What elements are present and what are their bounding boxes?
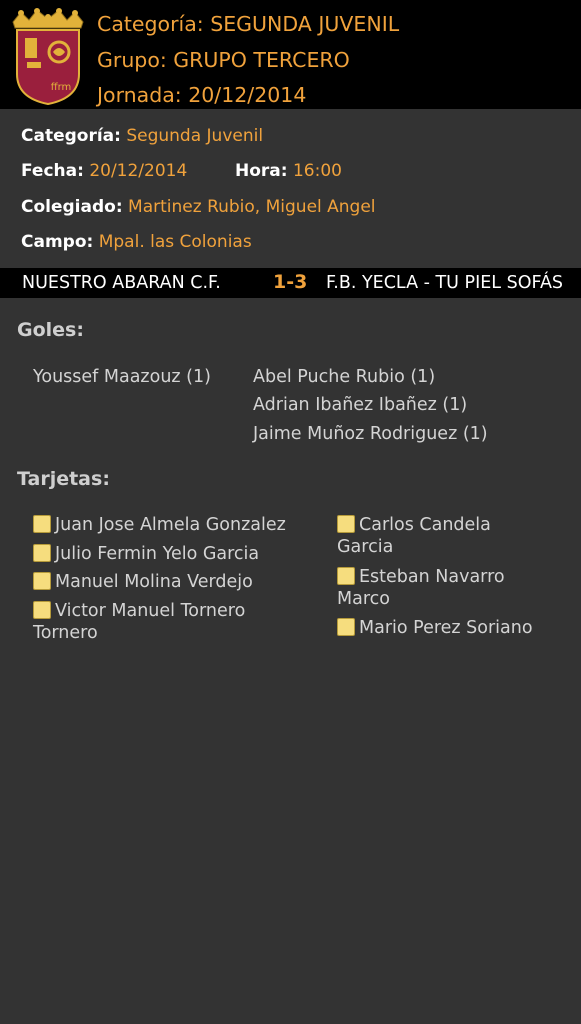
header-categoria: Categoría: SEGUNDA JUVENIL bbox=[97, 12, 400, 36]
header-grupo: Grupo: GRUPO TERCERO bbox=[97, 48, 350, 72]
card-player: Esteban Navarro Marco bbox=[337, 567, 505, 609]
home-card-item: Julio Fermin Yelo Garcia bbox=[33, 543, 313, 565]
cards-title: Tarjetas: bbox=[17, 468, 110, 490]
fecha-label: Fecha: bbox=[21, 161, 84, 181]
header-jornada: Jornada: 20/12/2014 bbox=[97, 83, 307, 107]
colegiado-label: Colegiado: bbox=[21, 197, 123, 217]
home-card-item: Juan Jose Almela Gonzalez bbox=[33, 514, 313, 536]
info-fecha: Fecha: 20/12/2014 bbox=[21, 160, 187, 182]
hora-value: 16:00 bbox=[292, 161, 342, 181]
info-categoria: Categoría: Segunda Juvenil bbox=[21, 125, 263, 147]
yellow-card-icon bbox=[337, 618, 355, 636]
away-goal-scorer: Abel Puche Rubio (1) bbox=[253, 367, 436, 387]
away-goal-scorer: Jaime Muñoz Rodriguez (1) bbox=[253, 424, 488, 444]
card-player: Julio Fermin Yelo Garcia bbox=[55, 544, 260, 564]
categoria-value: Segunda Juvenil bbox=[126, 126, 264, 146]
home-card-item: Manuel Molina Verdejo bbox=[33, 571, 313, 593]
info-campo: Campo: Mpal. las Colonias bbox=[21, 231, 252, 253]
yellow-card-icon bbox=[337, 567, 355, 585]
fecha-value: 20/12/2014 bbox=[89, 161, 188, 181]
categoria-label: Categoría: bbox=[21, 126, 121, 146]
card-player: Carlos Candela Garcia bbox=[337, 515, 491, 557]
info-hora: Hora: 16:00 bbox=[235, 160, 342, 182]
campo-value: Mpal. las Colonias bbox=[98, 232, 252, 252]
home-team: NUESTRO ABARAN C.F. bbox=[22, 273, 221, 293]
yellow-card-icon bbox=[33, 601, 51, 619]
yellow-card-icon bbox=[33, 572, 51, 590]
info-colegiado: Colegiado: Martinez Rubio, Miguel Angel bbox=[21, 196, 376, 218]
match-header: ffrm Categoría: SEGUNDA JUVENIL Grupo: G… bbox=[0, 0, 581, 109]
card-player: Manuel Molina Verdejo bbox=[55, 572, 253, 592]
yellow-card-icon bbox=[337, 515, 355, 533]
yellow-card-icon bbox=[33, 515, 51, 533]
yellow-card-icon bbox=[33, 544, 51, 562]
federation-logo: ffrm bbox=[12, 8, 84, 106]
hora-label: Hora: bbox=[235, 161, 288, 181]
card-player: Victor Manuel Tornero Tornero bbox=[33, 601, 246, 643]
campo-label: Campo: bbox=[21, 232, 94, 252]
away-card-item: Mario Perez Soriano bbox=[337, 617, 572, 639]
card-player: Juan Jose Almela Gonzalez bbox=[55, 515, 286, 535]
score-bar: NUESTRO ABARAN C.F. 1-3 F.B. YECLA - TU … bbox=[0, 268, 581, 298]
card-player: Mario Perez Soriano bbox=[359, 618, 533, 638]
away-goal-scorer: Adrian Ibañez Ibañez (1) bbox=[253, 395, 468, 415]
goals-title: Goles: bbox=[17, 319, 84, 341]
away-team: F.B. YECLA - TU PIEL SOFÁS bbox=[326, 273, 564, 293]
home-goal-scorer: Youssef Maazouz (1) bbox=[33, 367, 211, 387]
colegiado-value: Martinez Rubio, Miguel Angel bbox=[128, 197, 376, 217]
match-score: 1-3 bbox=[273, 271, 308, 293]
logo-text: ffrm bbox=[51, 82, 72, 93]
away-card-item: Esteban Navarro Marco bbox=[337, 566, 512, 610]
home-card-item: Victor Manuel Tornero Tornero bbox=[33, 600, 263, 644]
away-card-item: Carlos Candela Garcia bbox=[337, 514, 507, 558]
